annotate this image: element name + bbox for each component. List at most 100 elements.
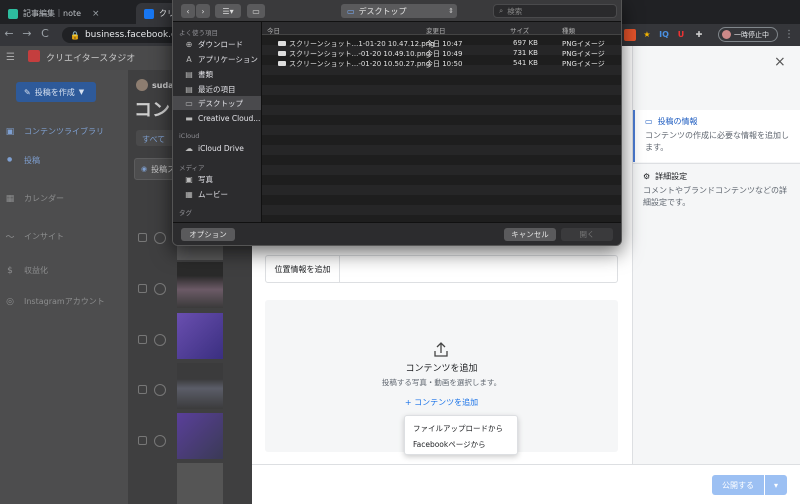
location-label: デスクトップ: [358, 6, 407, 16]
address-bar[interactable]: 🔒 business.facebook.com/cre: [62, 27, 180, 43]
add-content-link[interactable]: + コンテンツを追加: [265, 397, 618, 408]
publish-button[interactable]: 公開する: [712, 475, 764, 495]
search-field[interactable]: ⌕ 検索: [493, 4, 617, 18]
search-icon: ⌕: [499, 6, 504, 15]
profile-paused-button[interactable]: 一時停止中: [718, 27, 778, 42]
sidebar-item-posts[interactable]: ● 投稿: [7, 155, 40, 166]
insights-icon: 〜: [5, 233, 15, 243]
fb-user[interactable]: suda: [136, 79, 174, 91]
row-checkbox[interactable]: [138, 335, 147, 344]
post-thumbnail[interactable]: [177, 463, 223, 504]
section-favorites: よく使う項目: [179, 29, 218, 37]
section-post-info[interactable]: ▭ 投稿の情報 コンテンツの作成に必要な情報を追加します。: [633, 110, 800, 162]
row-checkbox[interactable]: [138, 436, 147, 445]
hamburger-menu-icon[interactable]: ☰: [6, 52, 15, 63]
row-stripe: [262, 125, 621, 135]
tab-note[interactable]: 記事編集｜note ×: [0, 3, 136, 24]
sidebar-item-insights[interactable]: 〜 インサイト: [4, 230, 64, 243]
sidebar-label: インサイト: [24, 232, 64, 241]
sidebar-item-recents[interactable]: ▤ 最近の項目: [173, 82, 261, 96]
sidebar-label: 収益化: [24, 266, 48, 275]
sidebar-item-creative-cloud[interactable]: ▬ Creative Cloud...: [173, 111, 261, 125]
profile-avatar: [722, 30, 731, 39]
row-stripe: [262, 105, 621, 115]
sidebar-item-documents[interactable]: ▤ 書類: [173, 67, 261, 81]
sidebar-item-monetization[interactable]: $ 収益化: [4, 265, 48, 276]
u-extension-icon[interactable]: U: [675, 29, 687, 41]
folder-action-icon[interactable]: ▭: [247, 4, 265, 18]
open-button[interactable]: 開く: [561, 228, 613, 241]
browser-menu-icon[interactable]: ⋮: [784, 29, 794, 40]
plus-icon: +: [404, 398, 412, 407]
clock-icon: [154, 384, 166, 396]
sidebar-label: コンテンツライブラリ: [24, 127, 104, 136]
sidebar-item-content-library[interactable]: ▣ コンテンツライブラリ: [4, 126, 104, 137]
recents-icon: ▤: [185, 84, 193, 94]
back-arrow-icon[interactable]: ‹: [181, 4, 195, 18]
column-size[interactable]: サイズ: [510, 25, 529, 35]
extension-star-icon[interactable]: ★: [641, 29, 653, 41]
dot-icon: ●: [7, 156, 13, 163]
row-stripe: [262, 205, 621, 215]
row-checkbox[interactable]: [138, 233, 147, 242]
options-button[interactable]: オプション: [181, 228, 235, 241]
file-row[interactable]: スクリーンショット...-01-20 10.50.27.png 今日 10:50…: [262, 58, 621, 68]
file-row[interactable]: スクリーンショット...-01-20 10.49.10.png 今日 10:49…: [262, 48, 621, 58]
iq-extension-icon[interactable]: IQ: [657, 29, 671, 41]
dollar-icon: $: [7, 265, 13, 276]
post-thumbnail[interactable]: [177, 313, 223, 359]
create-post-button[interactable]: ✎ 投稿を作成 ▼: [16, 82, 96, 102]
file-size: 697 KB: [513, 39, 538, 47]
column-date[interactable]: 変更日: [426, 25, 446, 35]
location-popup[interactable]: ▭ デスクトップ ⇕: [341, 4, 457, 18]
forward-arrow-icon[interactable]: ›: [196, 4, 210, 18]
row-stripe: [262, 115, 621, 125]
sidebar-item-instagram[interactable]: ◎ Instagramアカウント: [4, 296, 105, 307]
post-thumbnail[interactable]: [177, 363, 223, 409]
sidebar-item-downloads[interactable]: ⊕ ダウンロード: [173, 37, 261, 51]
column-kind[interactable]: 種類: [562, 25, 575, 35]
close-icon[interactable]: ×: [774, 54, 786, 70]
sidebar-item-movies[interactable]: ▦ ムービー: [173, 187, 261, 201]
publish-dropdown-icon[interactable]: ▾: [765, 475, 787, 495]
gear-icon: ⚙: [643, 172, 651, 181]
reload-icon[interactable]: C: [38, 27, 52, 41]
radio-icon: ◉: [141, 165, 148, 173]
forward-arrow-icon[interactable]: →: [20, 27, 34, 41]
sidebar-label: カレンダー: [24, 194, 64, 203]
post-thumbnail[interactable]: [177, 262, 223, 308]
sidebar-item-photos[interactable]: ▣ 写真: [173, 172, 261, 186]
view-mode-icon[interactable]: ☰▾: [215, 4, 241, 18]
row-stripe: [262, 145, 621, 155]
file-list: 今日 変更日 サイズ 種類 スクリーンショット...1-01-20 10.47.…: [262, 22, 621, 222]
add-content-subtitle: 投稿する写真・動画を選択します。: [381, 378, 502, 387]
sidebar-item-desktop[interactable]: ▭ デスクトップ: [173, 96, 261, 110]
row-checkbox[interactable]: [138, 284, 147, 293]
location-field[interactable]: 位置情報を追加: [265, 255, 618, 283]
section-advanced-settings[interactable]: ⚙ 詳細設定 コメントやブランドコンテンツなどの詳細設定です。: [633, 165, 800, 213]
row-stripe: [262, 175, 621, 185]
file-row[interactable]: スクリーンショット...1-01-20 10.47.12.png 今日 10:4…: [262, 38, 621, 48]
extension-icon[interactable]: [624, 29, 636, 41]
post-thumbnail[interactable]: [177, 413, 223, 459]
puzzle-extensions-icon[interactable]: ✚: [693, 29, 705, 41]
column-name[interactable]: 今日: [267, 25, 280, 35]
tab-close-icon[interactable]: ×: [92, 9, 100, 19]
row-checkbox[interactable]: [138, 385, 147, 394]
sidebar-item-applications[interactable]: A アプリケーション: [173, 52, 261, 66]
back-arrow-icon[interactable]: ←: [2, 27, 16, 41]
download-icon: ⊕: [185, 39, 193, 49]
row-stripe: [262, 195, 621, 205]
sidebar-item-calendar[interactable]: ▦ カレンダー: [4, 193, 64, 204]
row-stripe: [262, 85, 621, 95]
user-name: suda: [152, 80, 174, 90]
dialog-sidebar: よく使う項目 ⊕ ダウンロード A アプリケーション ▤ 書類 ▤ 最近の項目 ▭ デスク…: [173, 22, 262, 222]
cloud-icon: ☁: [185, 143, 193, 153]
cancel-button[interactable]: キャンセル: [504, 228, 556, 241]
sidebar-item-icloud-drive[interactable]: ☁ iCloud Drive: [173, 141, 261, 155]
menu-item-facebook-page[interactable]: Facebookページから: [413, 439, 486, 450]
tab-title: 記事編集｜note: [23, 9, 82, 18]
menu-item-file-upload[interactable]: ファイルアップロードから: [413, 423, 503, 434]
edit-icon: ✎: [24, 87, 31, 97]
document-icon: ▤: [185, 69, 193, 79]
